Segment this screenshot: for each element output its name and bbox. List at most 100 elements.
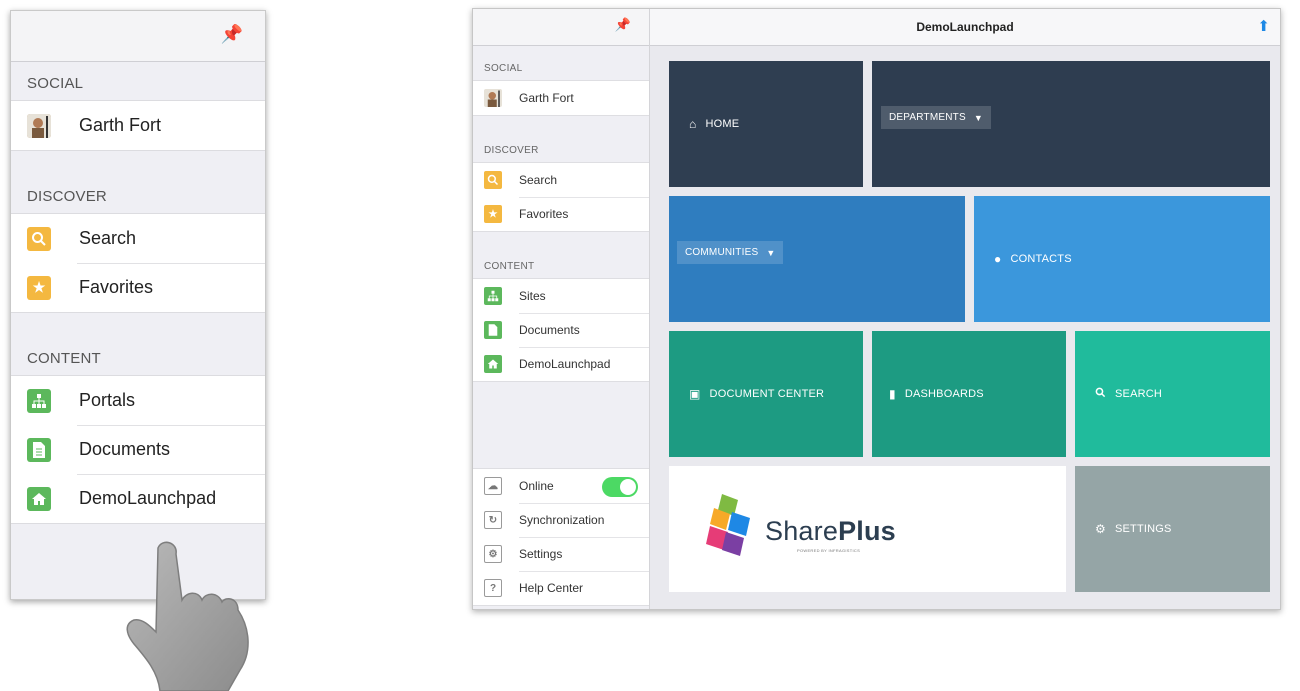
sidebar-item-label: Documents — [519, 323, 580, 337]
sidebar-item-favorites[interactable]: ★ Favorites — [473, 197, 649, 231]
sidebar-item-label: Synchronization — [519, 513, 605, 527]
sidebar-item-label: Garth Fort — [519, 91, 574, 105]
pin-icon[interactable]: 📌 — [221, 24, 243, 45]
sidebar-item-label: Settings — [519, 547, 563, 561]
menu-item-label: Documents — [79, 439, 171, 459]
sidebar-item-label: Search — [519, 173, 558, 187]
avatar — [27, 113, 51, 138]
tile-label: CONTACTS — [1010, 253, 1072, 265]
section-label-discover: DISCOVER — [484, 145, 539, 156]
tile-shareplus-logo: SharePlus POWERED BY INFRAGISTICS — [669, 466, 1066, 592]
tile-label: SEARCH — [1115, 388, 1163, 400]
online-toggle[interactable] — [602, 477, 638, 497]
home-icon: ⌂ — [689, 117, 697, 131]
sidebar-item-label: Help Center — [519, 581, 584, 595]
menu-item-label: DemoLaunchpad — [79, 488, 217, 508]
sidebar-top-bar: 📌 — [473, 9, 649, 46]
tile-label: DASHBOARDS — [904, 388, 984, 400]
document-icon — [484, 321, 502, 339]
menu-item-favorites[interactable]: ★ Favorites — [11, 263, 265, 312]
avatar — [484, 89, 502, 107]
sitemap-icon — [27, 388, 51, 413]
star-icon: ★ — [484, 205, 502, 223]
sidebar-item-documents[interactable]: Documents — [473, 313, 649, 347]
search-icon — [484, 171, 502, 189]
bar-chart-icon: ▮ — [889, 387, 896, 401]
sidebar-item-synchronization[interactable]: ↻ Synchronization — [473, 503, 649, 537]
menu-item-portals[interactable]: Portals — [11, 376, 265, 425]
tile-label: COMMUNITIES — [685, 247, 759, 258]
hand-pointer-icon — [126, 541, 249, 691]
sidebar-item-garth-fort[interactable]: Garth Fort — [473, 81, 649, 115]
tile-settings[interactable]: ⚙ SETTINGS — [1075, 466, 1270, 592]
menu-item-label: Garth Fort — [79, 115, 162, 135]
tile-label: DEPARTMENTS — [889, 112, 966, 123]
share-icon[interactable]: ⬆ — [1257, 17, 1270, 35]
gear-icon: ⚙ — [484, 545, 502, 563]
tile-contacts[interactable]: ● CONTACTS — [974, 196, 1270, 322]
section-label-social: SOCIAL — [484, 63, 523, 74]
sidebar-item-label: DemoLaunchpad — [519, 357, 611, 371]
sidebar-item-label: Favorites — [519, 207, 569, 221]
sidebar-item-help-center[interactable]: ? Help Center — [473, 571, 649, 605]
tablet-sidebar: 📌 SOCIAL Garth Fort DISCOVER Search ★ Fa… — [473, 9, 650, 609]
shareplus-logo-text: SharePlus — [765, 516, 896, 546]
star-icon: ★ — [27, 275, 51, 300]
menu-item-demolaunchpad[interactable]: DemoLaunchpad — [11, 474, 265, 523]
section-label-content: CONTENT — [484, 261, 535, 272]
tile-departments[interactable]: DEPARTMENTS ▼ — [872, 61, 1270, 187]
sync-icon: ↻ — [484, 511, 502, 529]
main-header: DemoLaunchpad ⬆ — [650, 9, 1280, 46]
chevron-down-icon: ▼ — [766, 247, 776, 258]
phone-menu-panel: 📌 SOCIAL Garth Fort DISCOVER Search ★ Fa… — [10, 10, 266, 600]
content-group: Portals Documents DemoLaunchpad — [11, 375, 265, 524]
document-icon — [27, 437, 51, 462]
user-icon: ● — [994, 252, 1002, 266]
section-label-discover: DISCOVER — [27, 188, 107, 205]
communities-dropdown[interactable]: COMMUNITIES ▼ — [677, 241, 784, 264]
tile-dashboards[interactable]: ▮ DASHBOARDS — [872, 331, 1066, 457]
home-icon — [484, 355, 502, 373]
sidebar-item-label: Online — [519, 479, 554, 493]
menu-item-label: Portals — [79, 390, 136, 410]
discover-group: Search ★ Favorites — [11, 213, 265, 313]
sidebar-item-sites[interactable]: Sites — [473, 279, 649, 313]
search-icon — [27, 226, 51, 251]
section-label-content: CONTENT — [27, 350, 101, 367]
menu-item-label: Search — [79, 228, 137, 248]
tile-label: DOCUMENT CENTER — [709, 388, 825, 400]
page-title: DemoLaunchpad — [916, 20, 1014, 34]
sidebar-bottom-group: ☁ Online ↻ Synchronization ⚙ Settings ? … — [473, 468, 649, 606]
home-icon — [27, 486, 51, 511]
phone-top-bar: 📌 — [11, 11, 265, 62]
pin-icon[interactable]: 📌 — [615, 17, 631, 33]
tile-home[interactable]: ⌂ HOME — [669, 61, 863, 187]
sidebar-item-search[interactable]: Search — [473, 163, 649, 197]
sidebar-item-online: ☁ Online — [473, 469, 649, 503]
section-label-social: SOCIAL — [27, 75, 84, 92]
menu-item-search[interactable]: Search — [11, 214, 265, 263]
search-icon — [1095, 387, 1106, 401]
tile-label: HOME — [705, 118, 740, 130]
tablet-app-window: 📌 SOCIAL Garth Fort DISCOVER Search ★ Fa… — [472, 8, 1281, 610]
menu-item-garth-fort[interactable]: Garth Fort — [11, 101, 265, 150]
sidebar-item-settings[interactable]: ⚙ Settings — [473, 537, 649, 571]
sitemap-icon — [484, 287, 502, 305]
social-group: Garth Fort — [11, 100, 265, 151]
help-icon: ? — [484, 579, 502, 597]
tile-label: SETTINGS — [1114, 523, 1172, 535]
tile-search[interactable]: SEARCH — [1075, 331, 1270, 457]
tile-communities[interactable]: COMMUNITIES ▼ — [669, 196, 965, 322]
departments-dropdown[interactable]: DEPARTMENTS ▼ — [881, 106, 991, 129]
shareplus-tagline: POWERED BY INFRAGISTICS — [797, 548, 861, 553]
folder-icon: ▣ — [689, 387, 701, 401]
sidebar-item-demolaunchpad[interactable]: DemoLaunchpad — [473, 347, 649, 381]
shareplus-logo-icon — [706, 494, 750, 556]
menu-item-label: Favorites — [79, 277, 154, 297]
sidebar-item-label: Sites — [519, 289, 546, 303]
cloud-sync-icon: ☁ — [484, 477, 502, 495]
menu-item-documents[interactable]: Documents — [11, 425, 265, 474]
chevron-down-icon: ▼ — [973, 112, 983, 123]
tile-document-center[interactable]: ▣ DOCUMENT CENTER — [669, 331, 863, 457]
gear-icon: ⚙ — [1095, 522, 1106, 536]
